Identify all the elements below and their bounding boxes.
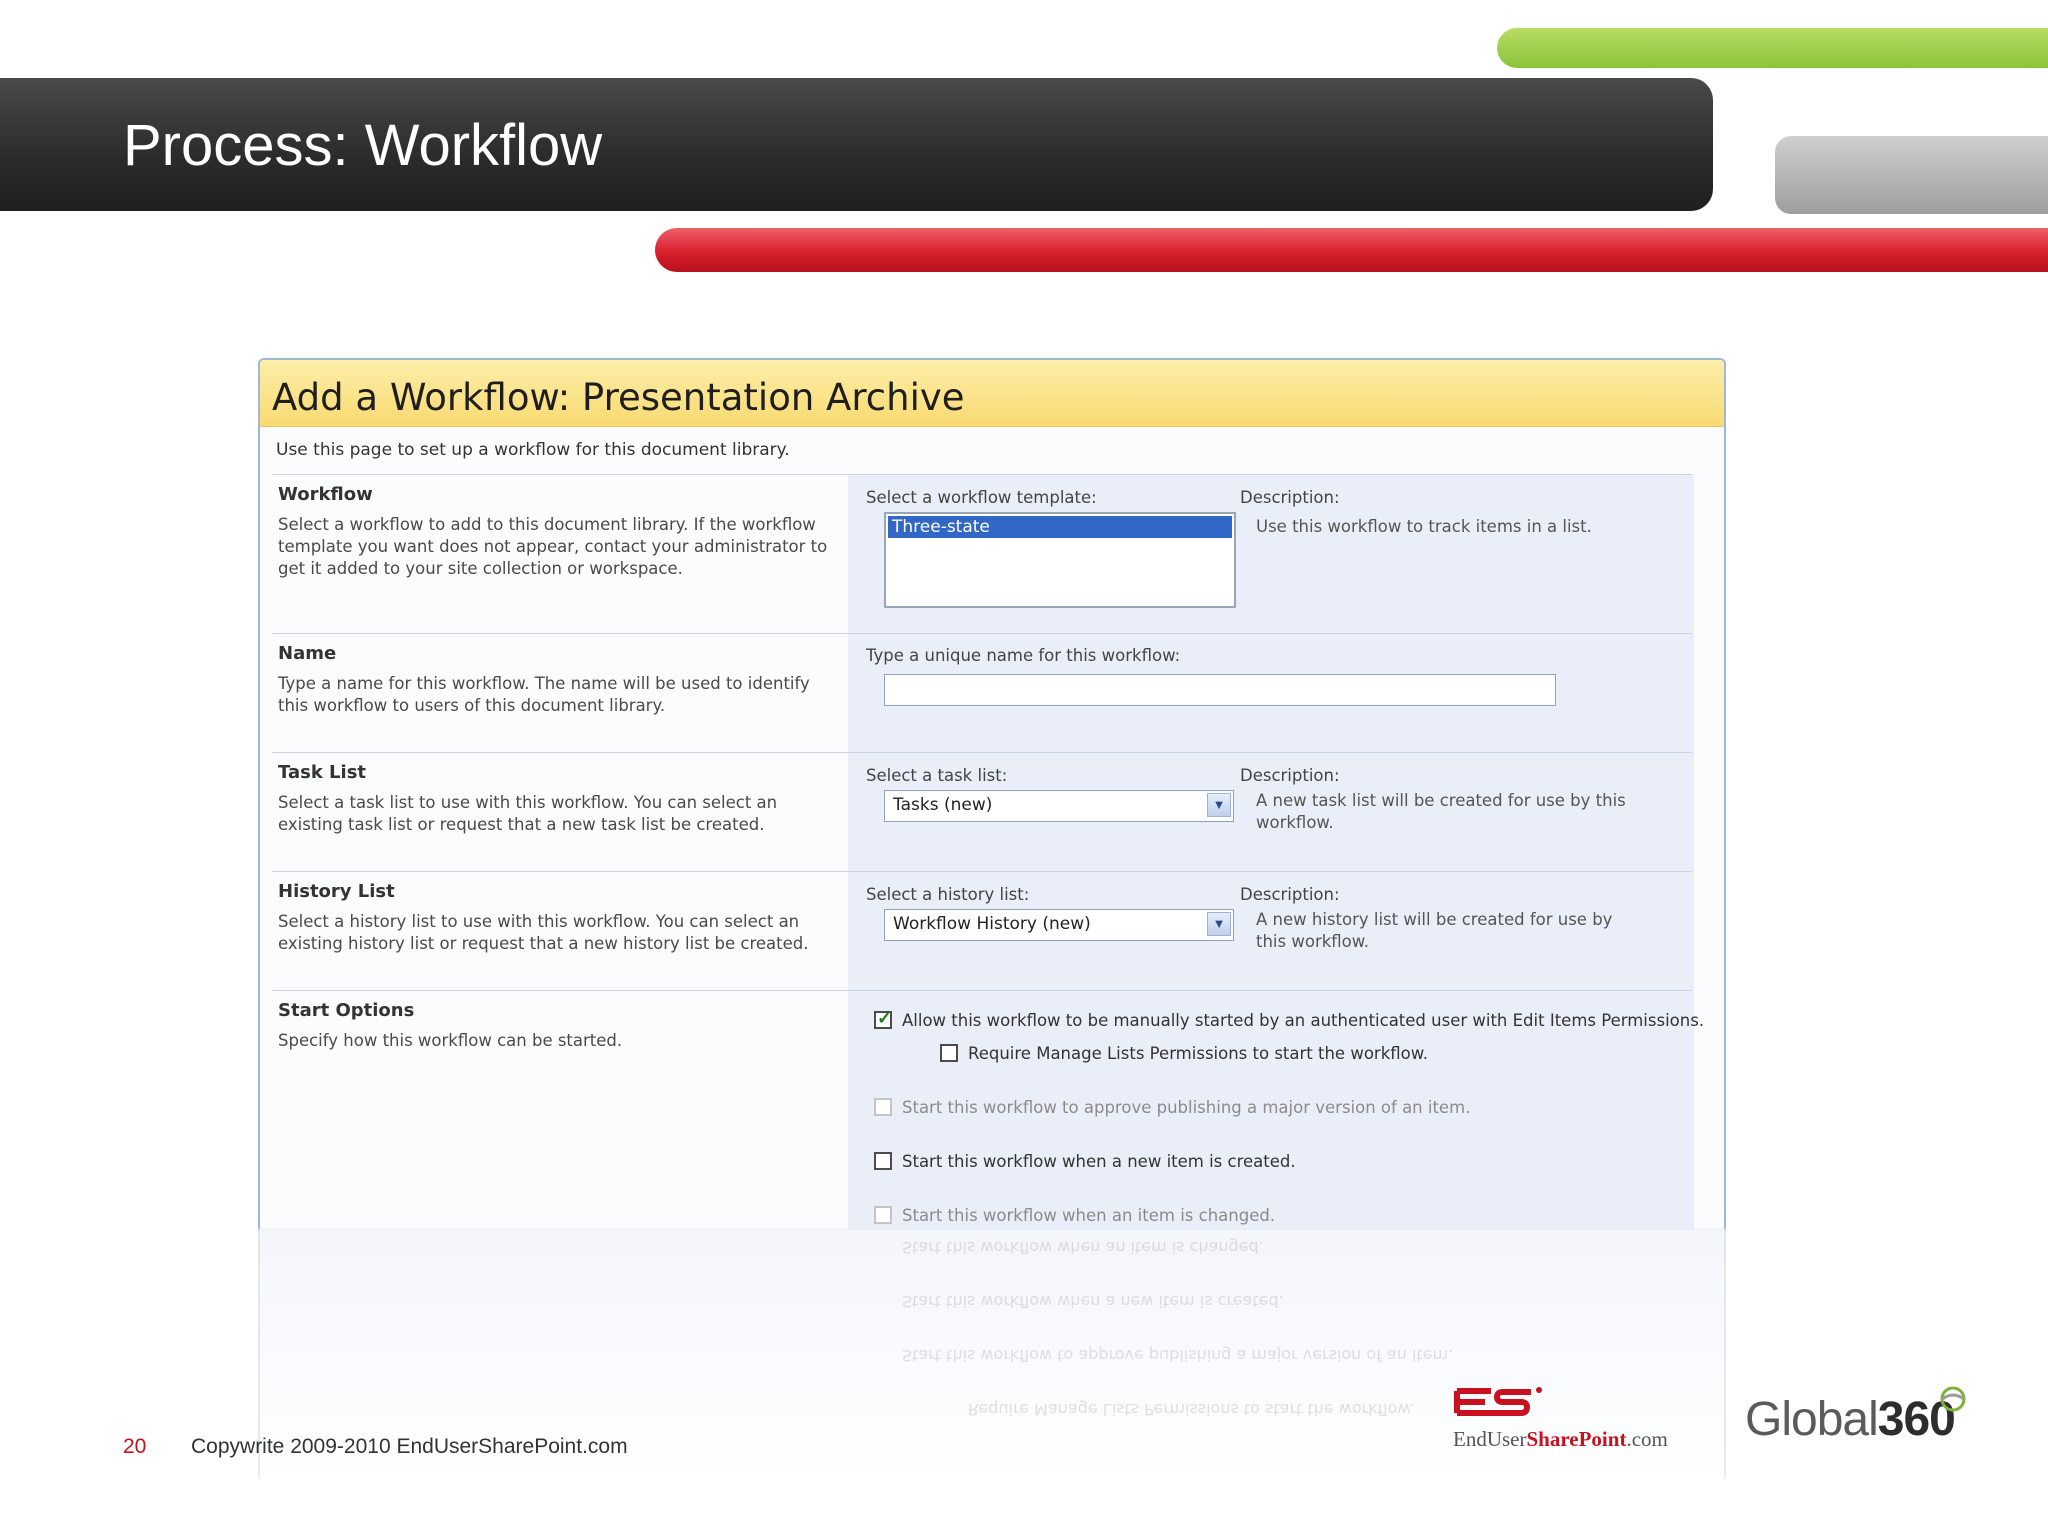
task-desc-text: A new task list will be created for use … (1256, 791, 1626, 832)
start-options-heading: Start Options (278, 1000, 415, 1021)
es-logo-icon (1453, 1385, 1543, 1424)
history-list-description: Select a history list to use with this w… (278, 912, 809, 953)
global360-logo: Global360 (1745, 1392, 1956, 1447)
approve-publishing-checkbox[interactable] (874, 1098, 892, 1116)
enduser-sharepoint-logo: EndUserSharePoint.com (1453, 1427, 1668, 1452)
green-accent-bar (1497, 28, 2048, 68)
divider (272, 871, 1692, 872)
workflow-name-input[interactable] (884, 674, 1556, 706)
es-name-part1: EndUser (1453, 1427, 1527, 1451)
history-list-heading: History List (278, 881, 395, 902)
task-list-heading: Task List (278, 762, 367, 783)
workflow-desc-text: Use this workflow to track items in a li… (1256, 517, 1592, 536)
start-on-change-label: Start this workflow when an item is chan… (902, 1206, 1276, 1225)
task-list-description: Select a task list to use with this work… (278, 793, 778, 834)
approve-publishing-label: Start this workflow to approve publishin… (902, 1098, 1471, 1117)
reflection-text: Require Manage Lists Permissions to star… (968, 1400, 1415, 1419)
copyright-text: Copywrite 2009-2010 EndUserSharePoint.co… (191, 1435, 628, 1458)
reflection-text: Start this workflow when an item is chan… (902, 1238, 1264, 1257)
workflow-description: Select a workflow to add to this documen… (278, 515, 828, 578)
history-list-select[interactable]: Workflow History (new) ▼ (884, 909, 1234, 941)
chevron-down-icon[interactable]: ▼ (1207, 793, 1231, 817)
task-list-selected: Tasks (new) (893, 795, 993, 815)
task-list-select[interactable]: Tasks (new) ▼ (884, 790, 1234, 822)
task-desc-label: Description: (1240, 766, 1340, 785)
require-manage-lists-label: Require Manage Lists Permissions to star… (968, 1044, 1428, 1063)
panel-title: Add a Workflow: Presentation Archive (272, 376, 965, 419)
divider (272, 474, 1692, 475)
start-on-create-label: Start this workflow when a new item is c… (902, 1152, 1296, 1171)
divider (272, 752, 1692, 753)
divider (272, 990, 1692, 991)
workflow-desc-label: Description: (1240, 488, 1340, 507)
es-name-part2: SharePoint (1526, 1427, 1627, 1451)
history-desc-text: A new history list will be created for u… (1256, 910, 1613, 951)
name-description: Type a name for this workflow. The name … (278, 674, 810, 715)
manual-start-label: Allow this workflow to be manually start… (902, 1011, 1705, 1030)
reflection-text: Start this workflow when a new item is c… (902, 1292, 1284, 1311)
slide-title: Process: Workflow (123, 113, 603, 178)
workflow-heading: Workflow (278, 484, 373, 505)
task-list-label: Select a task list: (866, 766, 1008, 785)
history-desc-label: Description: (1240, 885, 1340, 904)
divider (272, 633, 1692, 634)
start-on-create-checkbox[interactable] (874, 1152, 892, 1170)
add-workflow-panel: Add a Workflow: Presentation Archive Use… (258, 358, 1726, 1230)
start-options-description: Specify how this workflow can be started… (278, 1031, 623, 1050)
name-heading: Name (278, 643, 337, 664)
page-number: 20 (123, 1435, 147, 1458)
checkmark-icon: ✓ (877, 1008, 893, 1028)
start-on-change-checkbox[interactable] (874, 1206, 892, 1224)
template-option-three-state[interactable]: Three-state (888, 516, 1232, 538)
history-list-label: Select a history list: (866, 885, 1030, 904)
es-name-part3: .com (1626, 1427, 1668, 1451)
intro-text: Use this page to set up a workflow for t… (276, 440, 790, 460)
reflection-text: Start this workflow to approve publishin… (902, 1346, 1454, 1365)
chevron-down-icon[interactable]: ▼ (1207, 912, 1231, 936)
red-accent-bar (655, 228, 2048, 272)
global-part1: Global (1745, 1393, 1879, 1446)
history-list-selected: Workflow History (new) (893, 914, 1091, 934)
manual-start-checkbox[interactable]: ✓ (874, 1008, 893, 1029)
grey-accent-bar (1775, 136, 2048, 214)
template-label: Select a workflow template: (866, 488, 1097, 507)
workflow-template-listbox[interactable]: Three-state (884, 512, 1236, 608)
name-input-label: Type a unique name for this workflow: (866, 646, 1181, 665)
global360-swirl-icon (1938, 1384, 1968, 1419)
require-manage-lists-checkbox[interactable] (940, 1044, 958, 1062)
